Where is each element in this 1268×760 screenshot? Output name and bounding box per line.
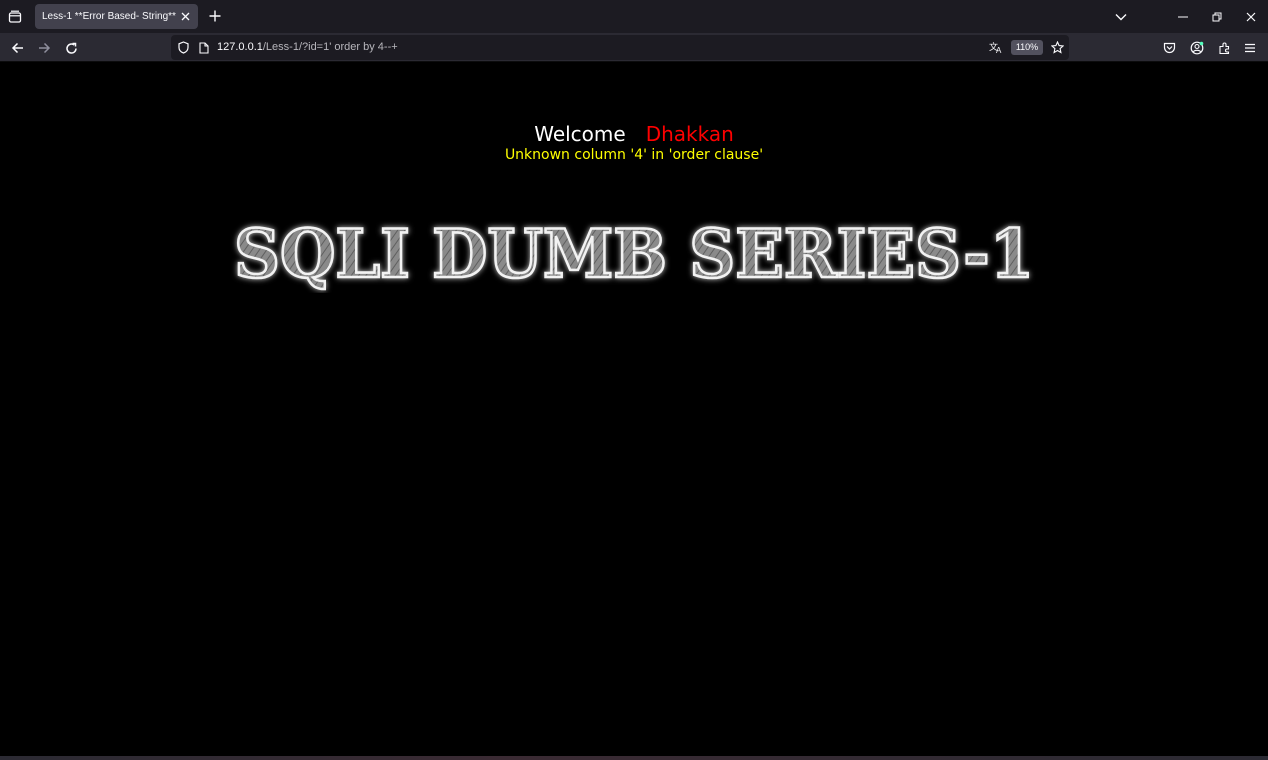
sql-error-message: Unknown column '4' in 'order clause' xyxy=(504,147,764,163)
pocket-icon[interactable] xyxy=(1159,38,1179,58)
list-all-tabs-icon[interactable] xyxy=(5,7,25,27)
extensions-icon[interactable] xyxy=(1214,38,1234,58)
menu-icon[interactable] xyxy=(1240,38,1260,58)
url-text[interactable]: 127.0.0.1/Less-1/?id=1' order by 4--+ xyxy=(217,41,398,53)
tab-title: Less-1 **Error Based- String** xyxy=(42,11,176,22)
shield-icon[interactable] xyxy=(176,40,191,55)
url-path: /Less-1/?id=1' order by 4--+ xyxy=(262,41,398,53)
reload-icon[interactable] xyxy=(61,38,81,58)
svg-text:A: A xyxy=(996,46,1002,54)
new-tab-button[interactable] xyxy=(206,7,224,25)
tab-strip: Less-1 **Error Based- String** xyxy=(0,0,1268,33)
close-tab-icon[interactable] xyxy=(179,10,192,23)
url-bar[interactable]: 127.0.0.1/Less-1/?id=1' order by 4--+ 文A… xyxy=(171,35,1069,60)
bookmark-star-icon[interactable] xyxy=(1050,40,1065,55)
minimize-icon[interactable] xyxy=(1174,0,1192,33)
banner-text: SQLI DUMB SERIES-1 xyxy=(234,215,1034,293)
forward-arrow-icon[interactable] xyxy=(34,38,54,58)
account-icon[interactable] xyxy=(1187,38,1207,58)
welcome-name: Dhakkan xyxy=(645,122,734,146)
restore-icon[interactable] xyxy=(1208,0,1226,33)
tab-active[interactable]: Less-1 **Error Based- String** xyxy=(35,4,198,29)
welcome-heading: Welcome Dhakkan xyxy=(0,122,1268,146)
chevron-down-icon[interactable] xyxy=(1112,0,1130,33)
sqli-dumb-series-banner: SQLI DUMB SERIES-1 xyxy=(233,214,1036,293)
page-icon[interactable] xyxy=(196,40,211,55)
back-arrow-icon[interactable] xyxy=(7,38,27,58)
translate-icon[interactable]: 文A xyxy=(988,40,1003,55)
navigation-toolbar: 127.0.0.1/Less-1/?id=1' order by 4--+ 文A… xyxy=(0,33,1268,62)
zoom-level-button[interactable]: 110% xyxy=(1011,40,1043,55)
page-content: Welcome Dhakkan Unknown column '4' in 'or… xyxy=(0,63,1268,760)
url-host: 127.0.0.1 xyxy=(217,41,263,53)
welcome-word: Welcome xyxy=(534,122,626,146)
close-window-icon[interactable] xyxy=(1242,0,1260,33)
window-bottom-edge xyxy=(0,756,1268,760)
